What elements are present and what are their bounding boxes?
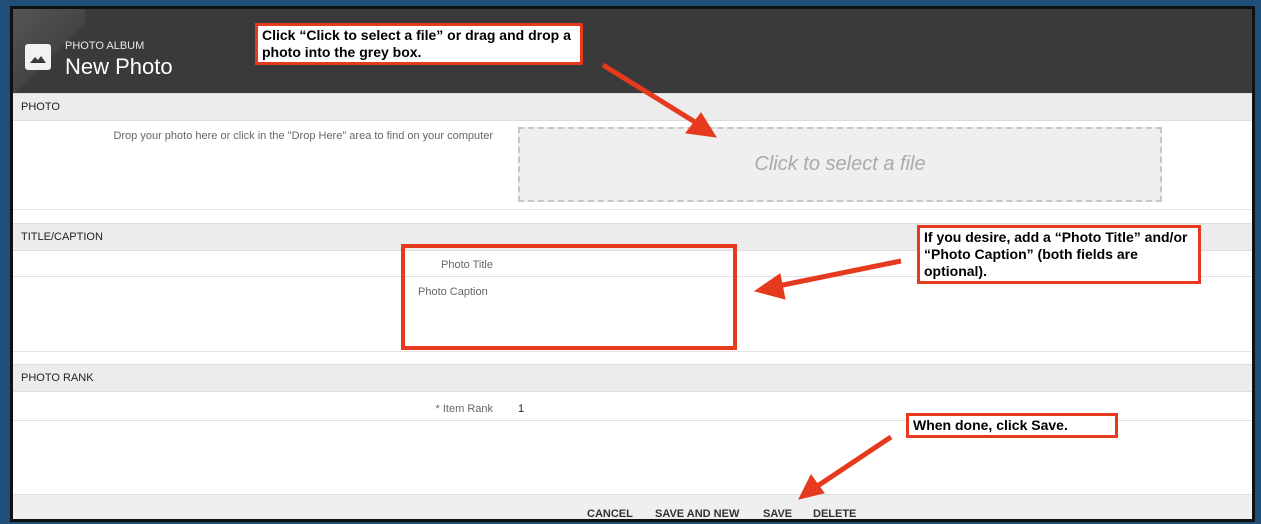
- callout-select-file: Click “Click to select a file” or drag a…: [255, 23, 583, 65]
- callout-save: When done, click Save.: [906, 413, 1118, 438]
- form-window: PHOTO ALBUM New Photo PHOTO Drop your ph…: [10, 6, 1255, 522]
- arrow-to-save: [811, 434, 893, 492]
- arrow-to-title-caption: [777, 258, 902, 289]
- arrow-to-dropzone: [601, 62, 705, 130]
- callout-optional-fields: If you desire, add a “Photo Title” and/o…: [917, 225, 1201, 284]
